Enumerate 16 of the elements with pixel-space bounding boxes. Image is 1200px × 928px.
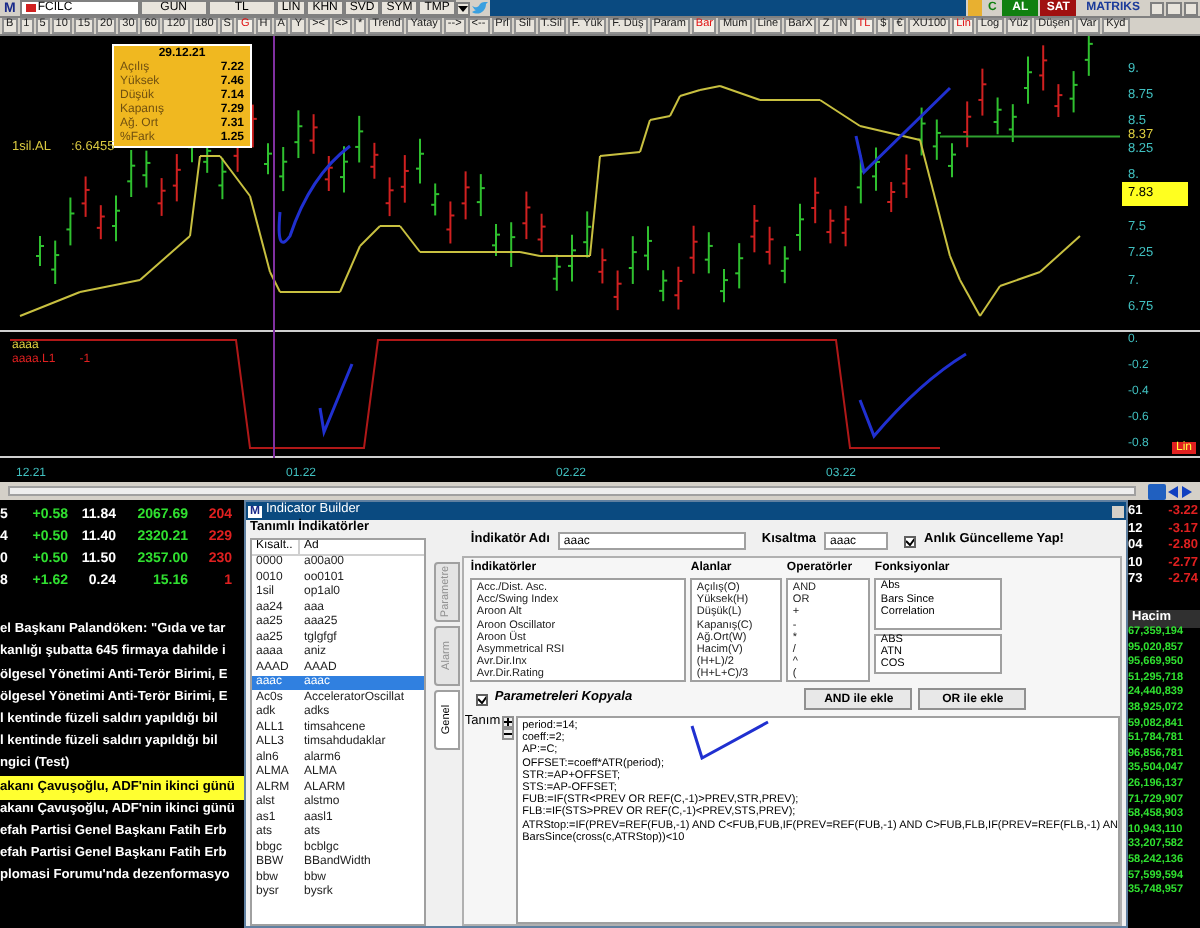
arrows-icon[interactable] — [1168, 485, 1192, 497]
close-icon[interactable] — [1112, 505, 1124, 517]
pen-stroke-drawing — [277, 144, 351, 244]
checkbox[interactable] — [904, 535, 917, 547]
plus-icon[interactable] — [502, 716, 515, 728]
window-controls-icon[interactable] — [1150, 1, 1198, 15]
pen-stroke-drawing — [690, 720, 771, 760]
flag-icon — [25, 4, 36, 12]
checkmark-drawing — [318, 363, 354, 438]
refresh-icon[interactable] — [1148, 483, 1166, 499]
minus-icon[interactable] — [502, 728, 515, 740]
code-editor[interactable] — [516, 716, 1120, 924]
checkbox[interactable] — [476, 693, 489, 705]
checkmark-drawing — [858, 352, 967, 438]
horizontal-scrollbar[interactable] — [8, 486, 1136, 496]
pen-stroke-drawing — [854, 86, 952, 175]
